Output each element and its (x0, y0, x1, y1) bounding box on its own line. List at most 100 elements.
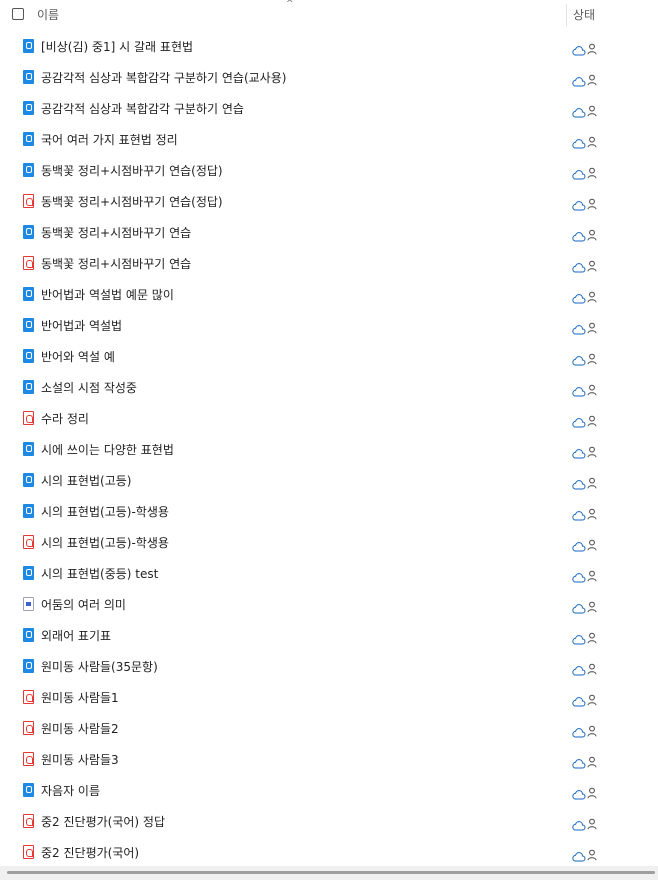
file-name[interactable]: 반어와 역설 예 (41, 348, 115, 365)
file-row[interactable]: 국어 여러 가지 표현법 정리 (0, 124, 658, 155)
word-file-icon (23, 504, 34, 518)
file-name[interactable]: 동백꽃 정리+시점바꾸기 연습 (41, 255, 191, 272)
file-name[interactable]: 반어법과 역설법 (41, 317, 122, 334)
cloud-icon (571, 816, 586, 831)
cloud-icon (571, 537, 586, 552)
word-file-icon (23, 163, 34, 177)
word-file-icon (23, 349, 34, 363)
file-name[interactable]: 동백꽃 정리+시점바꾸기 연습(정답) (41, 162, 223, 179)
file-name[interactable]: 시의 표현법(고등) (41, 472, 131, 489)
file-row[interactable]: [비상(김) 중1] 시 갈래 표현법 (0, 31, 658, 62)
file-row[interactable]: 시의 표현법(고등) (0, 465, 658, 496)
file-row[interactable]: 시의 표현법(중등) test (0, 558, 658, 589)
file-row[interactable]: 동백꽃 정리+시점바꾸기 연습(정답) (0, 186, 658, 217)
file-name[interactable]: 원미동 사람들3 (41, 751, 119, 768)
file-row[interactable]: 중2 진단평가(국어) (0, 837, 658, 868)
file-row[interactable]: 원미동 사람들(35문항) (0, 651, 658, 682)
file-name[interactable]: 시의 표현법(고등)-학생용 (41, 503, 169, 520)
file-name[interactable]: 동백꽃 정리+시점바꾸기 연습 (41, 224, 191, 241)
file-row[interactable]: 시에 쓰이는 다양한 표현법 (0, 434, 658, 465)
file-name[interactable]: 시에 쓰이는 다양한 표현법 (41, 441, 174, 458)
file-name[interactable]: 원미동 사람들(35문항) (41, 658, 158, 675)
select-all-checkbox[interactable] (12, 8, 24, 20)
cloud-icon (571, 382, 586, 397)
cloud-icon (571, 661, 586, 676)
word-file-icon (23, 318, 34, 332)
file-name[interactable]: 수라 정리 (41, 410, 89, 427)
file-row[interactable]: 시의 표현법(고등)-학생용 (0, 496, 658, 527)
word-file-icon (23, 566, 34, 580)
file-row[interactable]: 소설의 시점 작성중 (0, 372, 658, 403)
file-name[interactable]: 반어법과 역설법 예문 많이 (41, 286, 174, 303)
file-row[interactable]: 동백꽃 정리+시점바꾸기 연습 (0, 217, 658, 248)
word-file-icon (23, 628, 34, 642)
file-row[interactable]: 반어법과 역설법 예문 많이 (0, 279, 658, 310)
shared-person-icon (587, 784, 597, 799)
file-name[interactable]: 원미동 사람들1 (41, 689, 119, 706)
pdf-file-icon (23, 721, 34, 735)
word-file-icon (23, 70, 34, 84)
column-divider[interactable] (566, 4, 567, 26)
word-file-icon (23, 659, 34, 673)
file-name[interactable]: 중2 진단평가(국어) (41, 844, 139, 861)
file-name[interactable]: 외래어 표기표 (41, 627, 111, 644)
file-row[interactable]: 반어법과 역설법 (0, 310, 658, 341)
file-name[interactable]: 국어 여러 가지 표현법 정리 (41, 131, 178, 148)
file-name[interactable]: 소설의 시점 작성중 (41, 379, 137, 396)
shared-person-icon (587, 629, 597, 644)
cloud-icon (571, 506, 586, 521)
file-name[interactable]: 원미동 사람들2 (41, 720, 119, 737)
file-list: [비상(김) 중1] 시 갈래 표현법공감각적 심상과 복합감각 구분하기 연습… (0, 31, 658, 868)
cloud-icon (571, 320, 586, 335)
shared-person-icon (587, 71, 597, 86)
file-row[interactable]: 반어와 역설 예 (0, 341, 658, 372)
file-name[interactable]: 중2 진단평가(국어) 정답 (41, 813, 165, 830)
file-row[interactable]: 원미동 사람들2 (0, 713, 658, 744)
file-row[interactable]: 수라 정리 (0, 403, 658, 434)
pdf-file-icon (23, 845, 34, 859)
cloud-icon (571, 568, 586, 583)
cloud-icon (571, 723, 586, 738)
file-name[interactable]: 공감각적 심상과 복합감각 구분하기 연습(교사용) (41, 69, 286, 86)
file-row[interactable]: 원미동 사람들1 (0, 682, 658, 713)
file-row[interactable]: 공감각적 심상과 복합감각 구분하기 연습(교사용) (0, 62, 658, 93)
file-name[interactable]: [비상(김) 중1] 시 갈래 표현법 (41, 38, 193, 55)
shared-person-icon (587, 226, 597, 241)
cloud-icon (571, 258, 586, 273)
shared-person-icon (587, 753, 597, 768)
cloud-icon (571, 599, 586, 614)
file-name[interactable]: 동백꽃 정리+시점바꾸기 연습(정답) (41, 193, 223, 210)
file-row[interactable]: 어둠의 여러 의미 (0, 589, 658, 620)
shared-person-icon (587, 505, 597, 520)
file-row[interactable]: 공감각적 심상과 복합감각 구분하기 연습 (0, 93, 658, 124)
shared-person-icon (587, 815, 597, 830)
file-row[interactable]: 외래어 표기표 (0, 620, 658, 651)
document-file-icon (23, 597, 34, 611)
scrollbar-thumb[interactable] (7, 871, 655, 874)
cloud-icon (571, 444, 586, 459)
word-file-icon (23, 39, 34, 53)
shared-person-icon (587, 536, 597, 551)
file-name[interactable]: 공감각적 심상과 복합감각 구분하기 연습 (41, 100, 244, 117)
file-row[interactable]: 자음자 이름 (0, 775, 658, 806)
cloud-icon (571, 103, 586, 118)
file-name[interactable]: 자음자 이름 (41, 782, 100, 799)
file-row[interactable]: 원미동 사람들3 (0, 744, 658, 775)
file-row[interactable]: 시의 표현법(고등)-학생용 (0, 527, 658, 558)
file-name[interactable]: 어둠의 여러 의미 (41, 596, 126, 613)
file-row[interactable]: 동백꽃 정리+시점바꾸기 연습 (0, 248, 658, 279)
cloud-icon (571, 754, 586, 769)
file-name[interactable]: 시의 표현법(중등) test (41, 565, 158, 582)
horizontal-scrollbar[interactable] (0, 866, 658, 880)
file-row[interactable]: 동백꽃 정리+시점바꾸기 연습(정답) (0, 155, 658, 186)
shared-person-icon (587, 102, 597, 117)
status-column-header[interactable]: 상태 (573, 6, 595, 23)
word-file-icon (23, 442, 34, 456)
file-row[interactable]: 중2 진단평가(국어) 정답 (0, 806, 658, 837)
name-column-header[interactable]: 이름 (37, 6, 59, 23)
pdf-file-icon (23, 256, 34, 270)
shared-person-icon (587, 319, 597, 334)
cloud-icon (571, 351, 586, 366)
file-name[interactable]: 시의 표현법(고등)-학생용 (41, 534, 169, 551)
pdf-file-icon (23, 535, 34, 549)
